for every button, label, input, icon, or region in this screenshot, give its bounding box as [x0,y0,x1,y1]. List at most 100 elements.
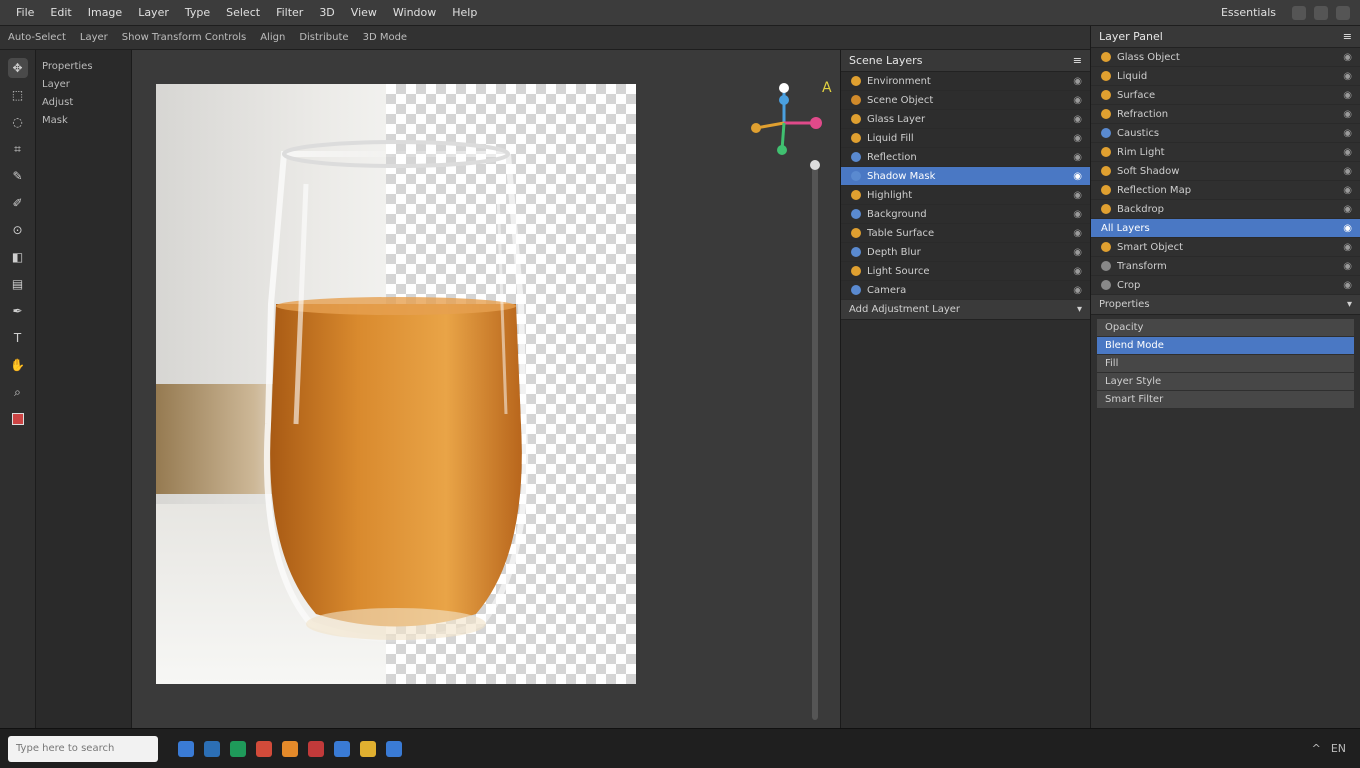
layer-row[interactable]: Liquid ◉ [1091,67,1360,86]
scrollbar-thumb[interactable] [810,160,820,170]
property-item[interactable]: Opacity [1097,319,1354,337]
transform-gizmo[interactable]: A [744,78,834,168]
taskbar-search-input[interactable]: Type here to search [8,735,158,762]
layer-row[interactable]: Crop ◉ [1091,276,1360,295]
eye-icon[interactable]: ◉ [1073,152,1082,163]
canvas-vertical-scrollbar[interactable] [810,160,820,720]
document-artboard[interactable] [156,84,636,684]
add-adjustment-button[interactable]: Add Adjustment Layer [849,300,960,319]
canvas-area[interactable]: A [132,50,840,728]
eye-icon[interactable]: ◉ [1073,171,1082,182]
hand-tool-icon[interactable]: ✋ [8,355,28,375]
maximize-icon[interactable] [1314,5,1328,20]
layer-row[interactable]: Light Source ◉ [841,262,1090,281]
property-item[interactable]: Blend Mode [1097,337,1354,355]
taskbar-app-icon[interactable] [230,740,246,757]
taskbar-app-icon[interactable] [360,740,376,757]
menu-layer[interactable]: Layer [130,6,177,19]
auto-select-checkbox[interactable]: Auto-Select [8,32,66,43]
eye-icon[interactable]: ◉ [1073,190,1082,201]
menu-edit[interactable]: Edit [42,6,79,19]
menu-select[interactable]: Select [218,6,268,19]
taskbar-app-icon[interactable] [204,740,220,757]
pen-tool-icon[interactable]: ✒ [8,301,28,321]
brush-tool-icon[interactable]: ✐ [8,193,28,213]
layer-row[interactable]: Reflection Map ◉ [1091,181,1360,200]
chevron-down-icon[interactable]: ▾ [1077,300,1082,319]
eye-icon[interactable]: ◉ [1073,133,1082,144]
menu-help[interactable]: Help [444,6,485,19]
eraser-tool-icon[interactable]: ◧ [8,247,28,267]
layer-row[interactable]: Rim Light ◉ [1091,143,1360,162]
language-indicator[interactable]: EN [1331,742,1346,755]
crop-tool-icon[interactable]: ⌗ [8,139,28,159]
type-tool-icon[interactable]: T [8,328,28,348]
layer-row[interactable]: Scene Object ◉ [841,91,1090,110]
eye-icon[interactable]: ◉ [1343,128,1352,139]
menu-filter[interactable]: Filter [268,6,311,19]
layer-row[interactable]: Caustics ◉ [1091,124,1360,143]
taskbar-app-icon[interactable] [334,740,350,757]
minimize-icon[interactable] [1292,5,1306,20]
menu-image[interactable]: Image [80,6,130,19]
stamp-tool-icon[interactable]: ⊙ [8,220,28,240]
layer-row[interactable]: Camera ◉ [841,281,1090,300]
close-icon[interactable] [1336,5,1350,20]
menu-3d[interactable]: 3D [311,6,342,19]
eyedropper-tool-icon[interactable]: ✎ [8,166,28,186]
layer-row[interactable]: Soft Shadow ◉ [1091,162,1360,181]
taskbar-app-icon[interactable] [256,740,272,757]
show-transform-checkbox[interactable]: Show Transform Controls [122,32,246,43]
distribute-buttons[interactable]: Distribute [299,32,348,43]
align-buttons[interactable]: Align [260,32,285,43]
taskbar-app-icon[interactable] [178,740,194,757]
zoom-tool-icon[interactable]: ⌕ [8,382,28,402]
left-panel-item[interactable]: Layer [42,76,125,94]
eye-icon[interactable]: ◉ [1343,90,1352,101]
move-tool-icon[interactable]: ✥ [7,58,28,78]
layer-row[interactable]: Background ◉ [841,205,1090,224]
lasso-tool-icon[interactable]: ◌ [8,112,28,132]
chevron-down-icon[interactable]: ▾ [1347,295,1352,314]
eye-icon[interactable]: ◉ [1073,247,1082,258]
layer-row[interactable]: Shadow Mask ◉ [841,167,1090,186]
left-panel-item[interactable]: Properties [42,58,125,76]
eye-icon[interactable]: ◉ [1073,95,1082,106]
layer-row[interactable]: Environment ◉ [841,72,1090,91]
workspace-switcher[interactable]: Essentials [1213,6,1284,20]
eye-icon[interactable]: ◉ [1073,228,1082,239]
marquee-tool-icon[interactable]: ⬚ [8,85,28,105]
menu-type[interactable]: Type [177,6,218,19]
layer-group-selected[interactable]: All Layers ◉ [1091,219,1360,238]
property-item[interactable]: Layer Style [1097,373,1354,391]
eye-icon[interactable]: ◉ [1343,242,1352,253]
eye-icon[interactable]: ◉ [1343,71,1352,82]
layer-row[interactable]: Glass Layer ◉ [841,110,1090,129]
layer-row[interactable]: Transform ◉ [1091,257,1360,276]
layer-row[interactable]: Glass Object ◉ [1091,48,1360,67]
layer-row[interactable]: Backdrop ◉ [1091,200,1360,219]
layer-row[interactable]: Table Surface ◉ [841,224,1090,243]
eye-icon[interactable]: ◉ [1073,76,1082,87]
eye-icon[interactable]: ◉ [1343,204,1352,215]
eye-icon[interactable]: ◉ [1343,223,1352,234]
eye-icon[interactable]: ◉ [1343,261,1352,272]
panel-menu-icon[interactable]: ≡ [1073,50,1082,71]
eye-icon[interactable]: ◉ [1343,147,1352,158]
3d-mode-label[interactable]: 3D Mode [363,32,408,43]
eye-icon[interactable]: ◉ [1343,185,1352,196]
panel-menu-icon[interactable]: ≡ [1343,26,1352,47]
glass-of-liquid-image[interactable] [236,124,556,664]
menu-file[interactable]: File [8,6,42,19]
taskbar-app-icon[interactable] [282,740,298,757]
menu-view[interactable]: View [343,6,385,19]
layer-row[interactable]: Highlight ◉ [841,186,1090,205]
taskbar-app-icon[interactable] [308,740,324,757]
layer-row[interactable]: Reflection ◉ [841,148,1090,167]
layer-row[interactable]: Liquid Fill ◉ [841,129,1090,148]
layer-row[interactable]: Smart Object ◉ [1091,238,1360,257]
eye-icon[interactable]: ◉ [1073,266,1082,277]
layer-row[interactable]: Depth Blur ◉ [841,243,1090,262]
eye-icon[interactable]: ◉ [1073,114,1082,125]
taskbar-app-icon[interactable] [386,740,402,757]
